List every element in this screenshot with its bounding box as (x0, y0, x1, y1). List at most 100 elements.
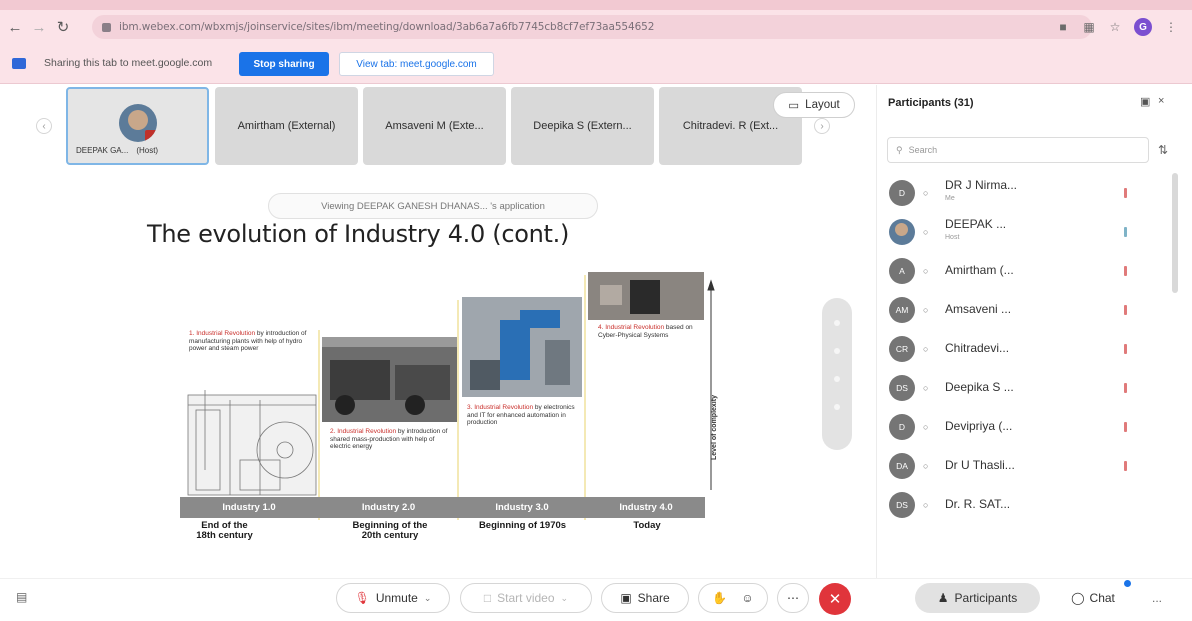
avatar: D (889, 179, 915, 206)
device-icon: ○ (923, 499, 929, 510)
caption-industry-3: 3. Industrial Revolution by electronics … (467, 404, 575, 426)
participant-name: Amirtham (... (945, 263, 1014, 277)
stage-industry-2: Industry 2.0 (361, 502, 416, 513)
participants-label: Participants (954, 591, 1018, 605)
muted-mic-icon[interactable] (1121, 382, 1129, 394)
participant-name: DR J Nirma... (945, 178, 1017, 192)
stage-label-2: Beginning of the 20th century (352, 520, 428, 541)
avatar: AM (889, 296, 915, 323)
avatar: DS (889, 491, 915, 518)
participant-row[interactable]: DA ○ Dr U Thasli... (877, 446, 1177, 485)
share-button[interactable]: ▣ Share (601, 583, 689, 613)
close-icon: ✕ (828, 591, 842, 608)
avatar: A (889, 257, 915, 284)
webex-window: ← → ↻ ibm.webex.com/wbxmjs/joinservice/s… (0, 0, 1192, 621)
annotation-tool-icon[interactable] (834, 404, 840, 410)
assembly-line-photo (322, 337, 457, 422)
annotation-tool-icon[interactable] (834, 320, 840, 326)
share-icon: ▣ (620, 591, 632, 605)
start-video-button[interactable]: □ Start video ⌄ (460, 583, 592, 613)
participant-row[interactable]: D ○ DR J Nirma... Me (877, 173, 1177, 212)
close-icon[interactable]: × (1158, 95, 1164, 107)
participant-name: Deepika S ... (945, 380, 1014, 394)
search-icon: ⚲ (896, 144, 903, 155)
reactions-group: ✋ ☺ (698, 583, 768, 613)
chat-icon: ◯ (1071, 591, 1085, 605)
muted-mic-icon[interactable] (1121, 343, 1129, 355)
annotation-tool-icon[interactable] (834, 376, 840, 382)
participant-role: Me (945, 195, 955, 202)
more-panels-button[interactable]: ... (1144, 586, 1170, 610)
device-icon: ○ (923, 343, 929, 354)
participant-name: Dr U Thasli... (945, 458, 1015, 472)
avatar: DS (889, 374, 915, 401)
chat-button[interactable]: ◯ Chat (1058, 583, 1128, 613)
caption-industry-2: 2. Industrial Revolution by introduction… (330, 428, 448, 450)
participant-row[interactable]: AM ○ Amsaveni ... (877, 290, 1177, 329)
participant-row[interactable]: DS ○ Dr. R. SAT... (877, 485, 1177, 524)
popout-icon[interactable]: ▣ (1140, 95, 1150, 108)
video-icon: □ (483, 591, 492, 605)
more-options-button[interactable]: ⋯ (777, 583, 809, 613)
raise-hand-icon[interactable]: ✋ (712, 591, 727, 605)
panel-title: Participants (31) (888, 97, 974, 109)
device-icon: ○ (923, 265, 929, 276)
participant-name: Devipriya (... (945, 419, 1013, 433)
share-label: Share (637, 591, 670, 605)
participant-row[interactable]: A ○ Amirtham (... (877, 251, 1177, 290)
device-icon: ○ (923, 226, 929, 237)
caption-industry-1: 1. Industrial Revolution by introduction… (189, 330, 307, 352)
chat-label: Chat (1089, 591, 1115, 605)
chat-notification-badge (1124, 580, 1131, 587)
stage-industry-1: Industry 1.0 (222, 502, 276, 513)
more-icon: ⋯ (787, 591, 799, 605)
unmute-label: Unmute (375, 591, 418, 605)
complexity-axis-label: Level of complexity (711, 395, 718, 460)
chevron-down-icon[interactable]: ⌄ (561, 593, 569, 604)
leave-meeting-button[interactable]: ✕ (819, 583, 851, 615)
search-placeholder: Search (908, 145, 938, 155)
stage-label-4: Today (633, 520, 661, 531)
device-icon: ○ (923, 187, 929, 198)
participant-search-input[interactable]: ⚲ Search (887, 137, 1149, 163)
participants-icon: ♟ (937, 591, 949, 605)
chevron-down-icon[interactable]: ⌄ (424, 593, 432, 604)
participant-row[interactable]: D ○ Devipriya (... (877, 407, 1177, 446)
industrial-robot-photo (462, 297, 582, 397)
participants-panel: Participants (31) ▣ × ⚲ Search ⇅ D ○ DR J … (876, 85, 1192, 580)
participants-button[interactable]: ♟ Participants (915, 583, 1040, 613)
muted-mic-icon[interactable] (1121, 265, 1129, 277)
start-video-label: Start video (497, 591, 555, 605)
participant-row[interactable]: ○ DEEPAK ... Host (877, 212, 1177, 251)
muted-mic-icon[interactable] (1121, 460, 1129, 472)
participant-row[interactable]: CR ○ Chitradevi... (877, 329, 1177, 368)
participant-row[interactable]: DS ○ Deepika S ... (877, 368, 1177, 407)
mic-icon[interactable] (1121, 226, 1129, 238)
stage-industry-4: Industry 4.0 (619, 502, 673, 513)
sort-icon[interactable]: ⇅ (1158, 143, 1168, 157)
avatar (889, 218, 915, 245)
participant-role: Host (945, 234, 960, 241)
avatar: D (889, 413, 915, 440)
muted-mic-icon[interactable] (1121, 421, 1129, 433)
annotation-toolbar[interactable] (822, 298, 852, 450)
stage-industry-3: Industry 3.0 (495, 502, 549, 513)
avatar: DA (889, 452, 915, 479)
tablet-photo (588, 272, 704, 320)
participant-list: D ○ DR J Nirma... Me ○ DEEPAK ... Host A ○ Amirth… (877, 173, 1177, 524)
annotation-tool-icon[interactable] (834, 348, 840, 354)
muted-mic-icon[interactable] (1121, 187, 1129, 199)
participant-name: Chitradevi... (945, 341, 1010, 355)
device-icon: ○ (923, 421, 929, 432)
steam-engine-image (187, 390, 317, 496)
device-icon: ○ (923, 460, 929, 471)
participant-name: Amsaveni ... (945, 302, 1012, 316)
captions-icon[interactable]: ▤ (16, 590, 27, 604)
stage-label-1: End of the 18th century (196, 520, 253, 541)
emoji-icon[interactable]: ☺ (741, 591, 753, 605)
unmute-button[interactable]: 🎙 Unmute ⌄ (336, 583, 450, 613)
muted-mic-icon[interactable] (1121, 304, 1129, 316)
participant-name: Dr. R. SAT... (945, 497, 1011, 511)
caption-industry-4: 4. Industrial Revolution based on Cyber-… (598, 324, 693, 339)
device-icon: ○ (923, 304, 929, 315)
